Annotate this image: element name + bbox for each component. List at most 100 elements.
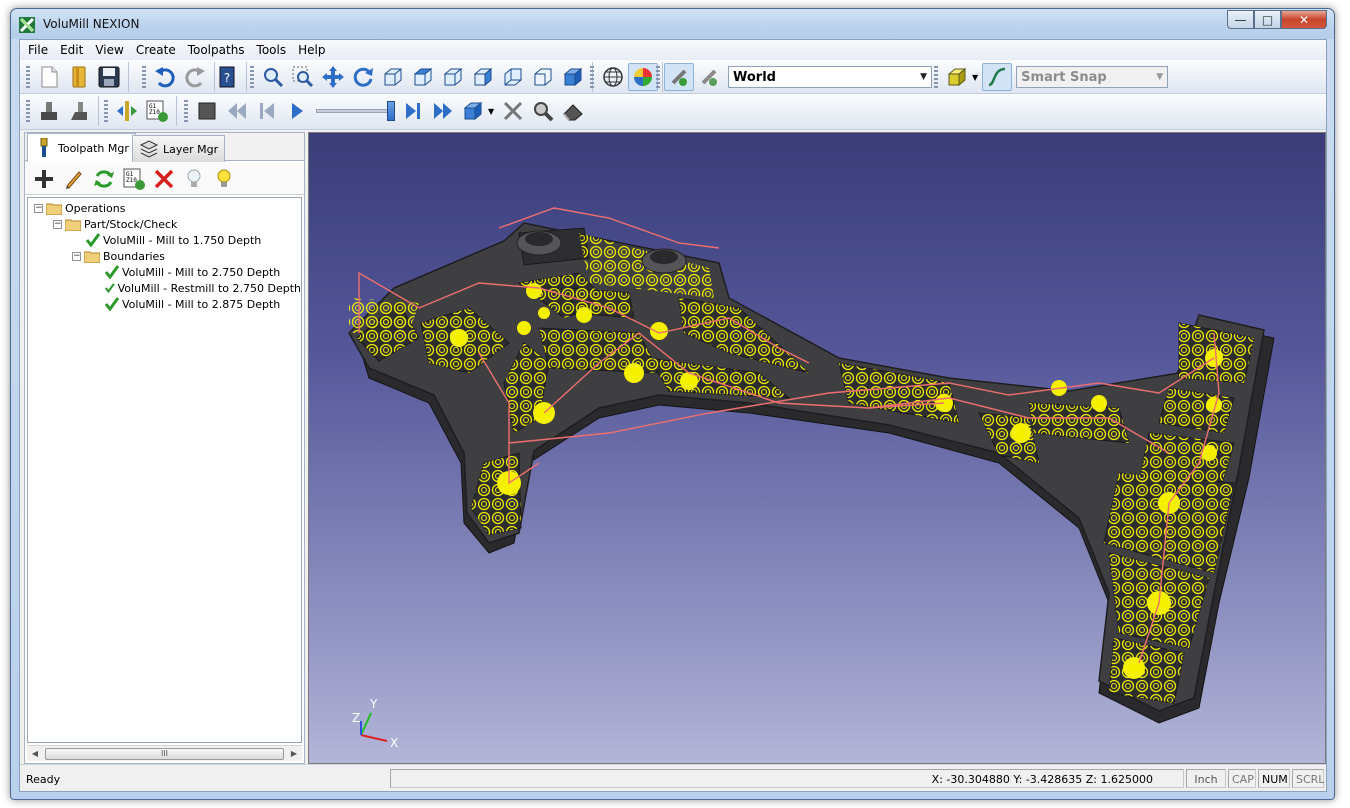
set-workplane-button[interactable] (694, 63, 724, 91)
tree-node-operation[interactable]: VoluMill - Mill to 2.750 Depth (28, 264, 301, 280)
fast-forward-button[interactable] (428, 97, 458, 125)
toolbar-grip[interactable] (934, 66, 938, 88)
wireframe-globe-button[interactable] (598, 63, 628, 91)
view-left-button[interactable] (528, 63, 558, 91)
tab-toolpath-mgr[interactable]: Toolpath Mgr (27, 133, 136, 162)
collapse-icon[interactable]: − (34, 203, 43, 213)
view-top-button[interactable] (408, 63, 438, 91)
toolbar-grip[interactable] (656, 66, 660, 88)
folder-icon (84, 251, 100, 263)
scroll-right-icon[interactable]: ▶ (286, 749, 302, 758)
green-check-icon (86, 233, 100, 247)
menu-help[interactable]: Help (292, 40, 331, 60)
hide-all-button[interactable] (179, 165, 209, 193)
new-file-button[interactable] (34, 63, 64, 91)
pan-button[interactable] (318, 63, 348, 91)
workplane-button[interactable] (664, 63, 694, 91)
cube-wireframe-icon (384, 68, 402, 86)
context-help-button[interactable]: ? (212, 63, 242, 91)
step-back-button[interactable] (252, 97, 282, 125)
menu-toolpaths[interactable]: Toolpaths (182, 40, 251, 60)
zoom-window-icon (292, 66, 314, 88)
dropdown-arrow-icon[interactable]: ▼ (972, 73, 978, 82)
lightbulb-on-icon (217, 169, 231, 187)
toolbar-grip[interactable] (104, 100, 108, 122)
tab-layer-mgr[interactable]: Layer Mgr (132, 135, 226, 162)
tool-holder-icon (41, 102, 57, 120)
open-file-button[interactable] (64, 63, 94, 91)
show-all-button[interactable] (209, 165, 239, 193)
add-operation-button[interactable] (29, 165, 59, 193)
workplane-link-icon (671, 69, 687, 86)
view-right-button[interactable] (468, 63, 498, 91)
view-plane-select[interactable]: World ▼ (728, 66, 932, 88)
tool-holder-alt-icon (71, 102, 87, 120)
collapse-icon[interactable]: − (72, 251, 81, 261)
regenerate-button[interactable] (89, 165, 119, 193)
view-bottom-button[interactable] (558, 63, 588, 91)
redo-icon (185, 67, 205, 88)
eraser-button[interactable] (558, 97, 588, 125)
step-forward-icon (406, 103, 420, 119)
redo-button[interactable] (180, 63, 210, 91)
toolbar-grip[interactable] (184, 100, 188, 122)
title-bar[interactable]: VoluMill NEXION — □ ✕ (11, 9, 1334, 39)
stock-display-button[interactable] (458, 97, 488, 125)
view-front-button[interactable] (438, 63, 468, 91)
curve-snap-button[interactable] (982, 63, 1013, 91)
simulation-slider[interactable] (316, 101, 395, 121)
inspect-button[interactable] (528, 97, 558, 125)
play-button[interactable] (282, 97, 312, 125)
post-gcode-button[interactable]: G1 Z10 (142, 97, 172, 125)
graphics-viewport[interactable]: X Y Z (308, 132, 1326, 764)
dropdown-arrow-icon[interactable]: ▼ (488, 107, 494, 116)
scroll-left-icon[interactable]: ◀ (27, 749, 43, 758)
maximize-button[interactable]: □ (1254, 10, 1281, 29)
tree-node-operation[interactable]: VoluMill - Mill to 2.875 Depth (28, 296, 301, 312)
tree-node-operation[interactable]: VoluMill - Mill to 1.750 Depth (28, 232, 301, 248)
minimize-button[interactable]: — (1227, 10, 1254, 29)
toolbar-grip[interactable] (590, 66, 594, 88)
snap-mode-select[interactable]: Smart Snap ▼ (1016, 66, 1169, 88)
menu-file[interactable]: File (22, 40, 54, 60)
step-forward-button[interactable] (398, 97, 428, 125)
close-button[interactable]: ✕ (1281, 10, 1327, 29)
toolbar-grip[interactable] (250, 66, 254, 88)
zoom-window-button[interactable] (288, 63, 318, 91)
post-operation-button[interactable]: G1 Z10 (119, 165, 149, 193)
layers-icon (139, 140, 159, 158)
menu-view[interactable]: View (89, 40, 129, 60)
undo-button[interactable] (150, 63, 180, 91)
tree-node-part-stock-check[interactable]: − Part/Stock/Check (28, 216, 301, 232)
tree-node-operation[interactable]: VoluMill - Restmill to 2.750 Depth (28, 280, 301, 296)
rewind-button[interactable] (222, 97, 252, 125)
slider-thumb[interactable] (387, 101, 395, 121)
menu-tools[interactable]: Tools (251, 40, 293, 60)
zoom-button[interactable] (258, 63, 288, 91)
tree-horizontal-scrollbar[interactable]: ◀ III ▶ (27, 745, 302, 761)
collapse-icon[interactable]: − (53, 219, 62, 229)
toolbar-grip[interactable] (26, 66, 30, 88)
select-filter-button[interactable] (942, 63, 972, 91)
tool-library-button[interactable] (34, 97, 64, 125)
tree-node-boundaries[interactable]: − Boundaries (28, 248, 301, 264)
verify-button[interactable] (112, 97, 142, 125)
chevron-down-icon: ▼ (1156, 72, 1164, 82)
view-iso-button[interactable] (378, 63, 408, 91)
edit-operation-button[interactable] (59, 165, 89, 193)
rotate-button[interactable] (348, 63, 378, 91)
save-button[interactable] (94, 63, 124, 91)
coords-toolbar: World ▼ (652, 62, 936, 92)
clear-simulation-button[interactable] (498, 97, 528, 125)
tool-setup-button[interactable] (64, 97, 94, 125)
rewind-icon (228, 103, 246, 119)
scroll-thumb[interactable]: III (45, 747, 284, 760)
toolbar-grip[interactable] (26, 100, 30, 122)
delete-operation-button[interactable] (149, 165, 179, 193)
stop-button[interactable] (192, 97, 222, 125)
view-back-button[interactable] (498, 63, 528, 91)
tree-node-operations[interactable]: − Operations (28, 200, 301, 216)
menu-edit[interactable]: Edit (54, 40, 89, 60)
toolbar-grip[interactable] (142, 66, 146, 88)
menu-create[interactable]: Create (130, 40, 182, 60)
